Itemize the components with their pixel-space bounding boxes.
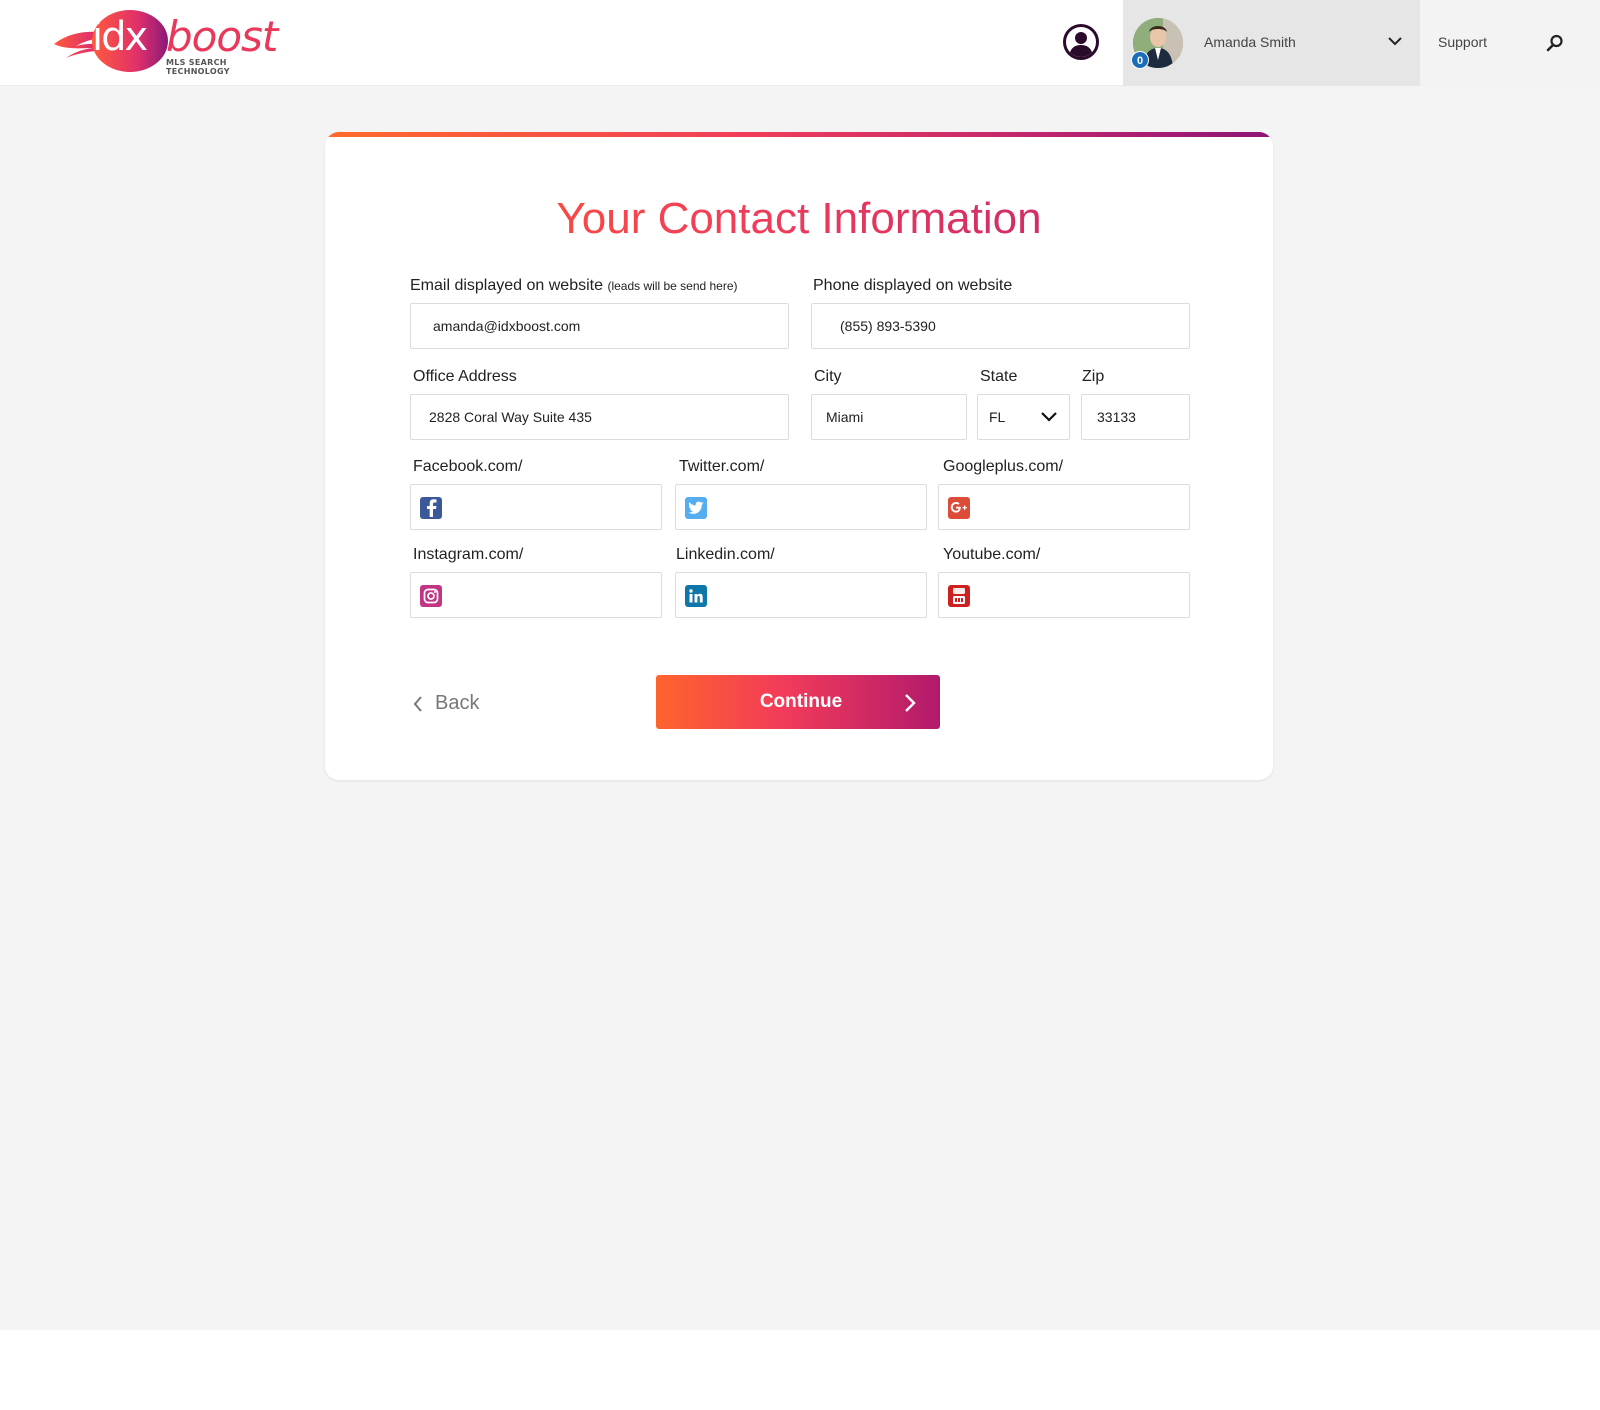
city-label: City bbox=[814, 368, 842, 385]
continue-button[interactable]: Continue bbox=[656, 675, 940, 729]
logo-boost-text: boost bbox=[166, 12, 278, 61]
youtube-icon bbox=[948, 585, 970, 607]
page-footer bbox=[0, 1330, 1600, 1410]
logo-tagline: MLS SEARCH TECHNOLOGY bbox=[166, 58, 230, 76]
chevron-down-icon bbox=[1041, 412, 1057, 422]
account-menu[interactable]: 0 Amanda Smith bbox=[1123, 0, 1420, 86]
googleplus-field[interactable] bbox=[938, 484, 1190, 530]
city-field[interactable]: Miami bbox=[811, 394, 967, 440]
googleplus-label: Googleplus.com/ bbox=[943, 458, 1064, 475]
support-link[interactable]: Support bbox=[1438, 34, 1487, 50]
twitter-field[interactable] bbox=[675, 484, 927, 530]
back-button[interactable]: Back bbox=[413, 692, 479, 715]
city-value: Miami bbox=[826, 409, 864, 425]
linkedin-field[interactable] bbox=[675, 572, 927, 618]
notification-badge: 0 bbox=[1131, 51, 1149, 69]
email-value: amanda@idxboost.com bbox=[433, 318, 581, 334]
instagram-field[interactable] bbox=[410, 572, 662, 618]
page-title: Your Contact Information bbox=[325, 194, 1273, 244]
user-circle-icon bbox=[1069, 32, 1093, 57]
twitter-label: Twitter.com/ bbox=[679, 458, 765, 475]
phone-value: (855) 893-5390 bbox=[840, 318, 936, 334]
address-label: Office Address bbox=[413, 368, 517, 385]
continue-label: Continue bbox=[759, 691, 843, 712]
search-icon[interactable] bbox=[1546, 34, 1564, 52]
email-label-text: Email displayed on website bbox=[410, 277, 603, 294]
zip-label: Zip bbox=[1082, 368, 1105, 385]
googleplus-icon bbox=[948, 497, 970, 519]
top-header: idx boost MLS SEARCH TECHNOLOGY 0 Amanda… bbox=[0, 0, 1600, 86]
main-content: Your Contact Information Email displayed… bbox=[0, 86, 1600, 1330]
linkedin-icon bbox=[685, 585, 707, 607]
logo-idx-text: idx bbox=[92, 14, 148, 60]
idxboost-logo[interactable]: idx boost MLS SEARCH TECHNOLOGY bbox=[52, 8, 292, 78]
account-user-name: Amanda Smith bbox=[1204, 34, 1296, 50]
youtube-label: Youtube.com/ bbox=[943, 546, 1041, 563]
support-area: Support bbox=[1420, 0, 1600, 86]
instagram-label: Instagram.com/ bbox=[413, 546, 524, 563]
facebook-label: Facebook.com/ bbox=[413, 458, 523, 475]
zip-value: 33133 bbox=[1097, 409, 1136, 425]
state-value: FL bbox=[989, 409, 1006, 425]
chevron-right-icon bbox=[905, 694, 916, 712]
user-profile-button[interactable] bbox=[1063, 24, 1099, 60]
back-label: Back bbox=[435, 692, 480, 714]
chevron-down-icon[interactable] bbox=[1388, 34, 1402, 48]
facebook-icon bbox=[420, 497, 442, 519]
state-label: State bbox=[980, 368, 1018, 385]
phone-label: Phone displayed on website bbox=[813, 277, 1013, 294]
card-gradient-bar bbox=[325, 132, 1273, 137]
instagram-icon bbox=[420, 585, 442, 607]
email-label-note: (leads will be send here) bbox=[607, 279, 738, 293]
contact-info-card: Your Contact Information Email displayed… bbox=[325, 132, 1273, 780]
linkedin-label: Linkedin.com/ bbox=[676, 546, 775, 563]
email-label: Email displayed on website (leads will b… bbox=[410, 277, 738, 295]
youtube-field[interactable] bbox=[938, 572, 1190, 618]
address-value: 2828 Coral Way Suite 435 bbox=[429, 409, 592, 425]
email-field[interactable]: amanda@idxboost.com bbox=[410, 303, 789, 349]
chevron-left-icon bbox=[413, 695, 422, 712]
twitter-icon bbox=[685, 497, 707, 519]
facebook-field[interactable] bbox=[410, 484, 662, 530]
address-field[interactable]: 2828 Coral Way Suite 435 bbox=[410, 394, 789, 440]
phone-field[interactable]: (855) 893-5390 bbox=[811, 303, 1190, 349]
state-select[interactable]: FL bbox=[977, 394, 1070, 440]
zip-field[interactable]: 33133 bbox=[1081, 394, 1190, 440]
